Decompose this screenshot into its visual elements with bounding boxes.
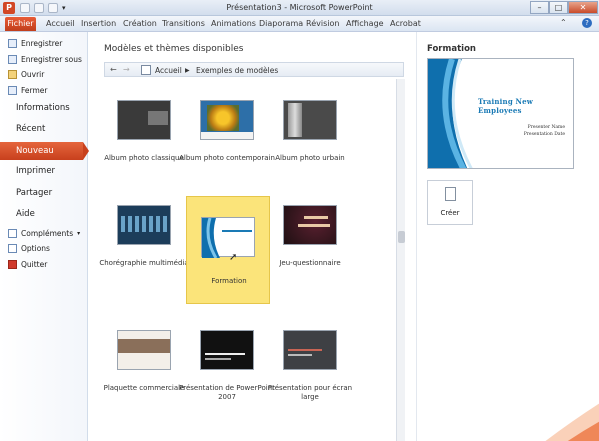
title-bar: P ▾ Présentation3 - Microsoft PowerPoint… [0,0,599,16]
tab-acrobat[interactable]: Acrobat [390,19,421,28]
sidebar-item-aide[interactable]: Aide [16,209,35,219]
addins-icon [8,228,17,238]
template-album-photo-contemporain[interactable]: Album photo contemporain [179,92,275,200]
template-formation[interactable]: Formation ➚ [186,196,270,304]
tab-transitions[interactable]: Transitions [162,19,205,28]
maximize-icon[interactable]: □ [549,1,568,14]
sidebar-item-nouveau[interactable]: Nouveau [0,142,83,160]
sidebar-item-label: Fermer [21,85,48,95]
chevron-right-icon: ▶ [185,67,190,74]
tab-affichage[interactable]: Affichage [346,19,384,28]
sidebar-item-enregistrer[interactable]: Enregistrer [8,37,62,49]
templates-scrollbar[interactable] [396,79,405,441]
template-label: Présentation pour écran large [267,384,353,401]
template-thumbnail [283,205,337,245]
tab-animations[interactable]: Animations [211,19,256,28]
template-preview-image: Training New Employees Presenter Name Pr… [427,58,574,169]
sidebar-item-imprimer[interactable]: Imprimer [16,166,55,176]
sidebar-item-informations[interactable]: Informations [16,103,70,113]
sidebar-item-partager[interactable]: Partager [16,188,52,198]
chevron-down-icon: ▾ [77,229,81,237]
template-album-photo-urbain[interactable]: Album photo urbain [268,92,352,200]
template-thumbnail [283,100,337,140]
sidebar-item-options[interactable]: Options [8,242,50,254]
forward-arrow-icon[interactable]: → [123,65,130,74]
breadcrumb: ← → Accueil ▶ Exemples de modèles [104,62,404,77]
template-plaquette-commerciale[interactable]: Plaquette commerciale [102,322,186,430]
template-choregraphie-multimedia[interactable]: Chorégraphie multimédia [99,197,189,305]
template-label: Formation [211,277,247,285]
preview-slide-heading: Training New Employees [478,97,534,115]
open-folder-icon [8,69,17,79]
page-title: Modèles et thèmes disponibles [104,44,244,54]
template-jeu-questionnaire[interactable]: Jeu-questionnaire [268,197,352,305]
template-label: Jeu-questionnaire [279,259,341,267]
sidebar-item-label: Ouvrir [21,69,45,79]
preview-slide-subtitle: Presenter Name [527,125,565,130]
minimize-icon[interactable]: – [530,1,549,14]
template-thumbnail [283,330,337,370]
scrollbar-thumb[interactable] [398,231,405,243]
help-icon[interactable]: ? [582,18,592,28]
options-icon [8,243,17,253]
create-button[interactable]: Créer [427,180,473,225]
sidebar-item-label: Enregistrer sous [21,54,82,64]
sidebar-item-complements[interactable]: Compléments ▾ [8,227,80,239]
template-label: Chorégraphie multimédia [99,259,189,267]
sidebar-item-label: Options [21,243,50,253]
template-thumbnail [117,100,171,140]
template-thumbnail [117,205,171,245]
preview-slide-date: Presentation Date [523,132,565,137]
collapse-ribbon-icon[interactable]: ⌃ [560,18,567,27]
tab-creation[interactable]: Création [123,19,157,28]
sidebar-item-label: Compléments [21,228,74,238]
sidebar-item-enregistrer-sous[interactable]: Enregistrer sous [8,53,82,65]
tab-fichier[interactable]: Fichier [5,17,36,31]
save-as-icon [8,54,17,64]
preview-title: Formation [427,44,476,54]
template-thumbnail [200,100,254,140]
sidebar-item-label: Enregistrer [21,38,63,48]
template-thumbnail [201,217,255,258]
close-icon[interactable]: ✕ [568,1,598,14]
template-presentation-powerpoint-2007[interactable]: Présentation de PowerPoint 2007 [179,322,275,430]
sidebar-item-recent[interactable]: Récent [16,124,45,134]
tab-insertion[interactable]: Insertion [81,19,116,28]
template-thumbnail [117,330,171,370]
back-arrow-icon[interactable]: ← [110,65,117,74]
home-icon[interactable] [141,65,151,75]
template-album-photo-classique[interactable]: Album photo classique [102,92,186,200]
window-title: Présentation3 - Microsoft PowerPoint [226,3,373,12]
close-file-icon [8,85,17,95]
sidebar-item-fermer[interactable]: Fermer [8,84,47,96]
background-swoosh [545,403,599,441]
template-thumbnail [200,330,254,370]
tab-revision[interactable]: Révision [306,19,339,28]
template-label: Album photo urbain [275,154,345,162]
breadcrumb-exemples[interactable]: Exemples de modèles [196,66,278,75]
save-icon [8,38,17,48]
sidebar-item-label: Quitter [21,259,48,269]
tab-diaporama[interactable]: Diaporama [259,19,303,28]
breadcrumb-accueil[interactable]: Accueil [155,66,182,75]
tab-accueil[interactable]: Accueil [46,19,75,28]
template-presentation-ecran-large[interactable]: Présentation pour écran large [268,322,352,430]
mouse-cursor-icon: ➚ [229,252,238,263]
sidebar-item-ouvrir[interactable]: Ouvrir [8,68,44,80]
new-document-icon [445,187,456,201]
sidebar-item-quitter[interactable]: Quitter [8,258,47,270]
exit-icon [8,259,17,269]
create-button-label: Créer [440,209,460,217]
